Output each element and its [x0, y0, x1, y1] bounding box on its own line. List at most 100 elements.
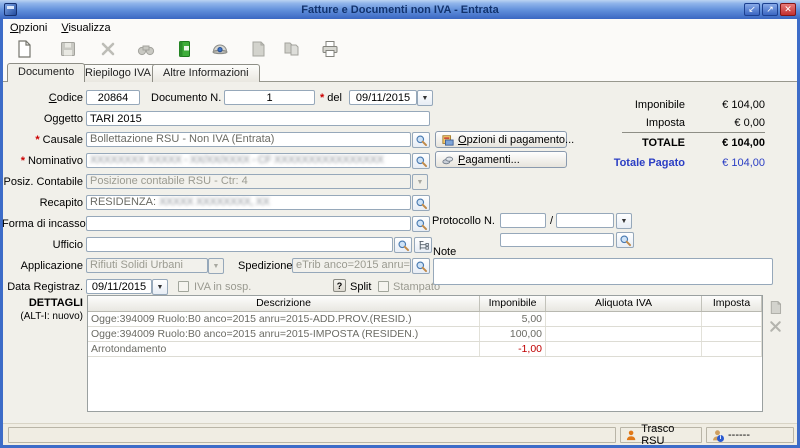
- split-label: Split: [350, 281, 371, 293]
- codice-input[interactable]: [86, 90, 140, 105]
- cell-imponibile: 5,00: [480, 312, 546, 326]
- cell-descrizione: Ogge:394009 Ruolo:B0 anco=2015 anru=2015…: [88, 327, 480, 341]
- protocollo-label: Protocollo N.: [432, 215, 495, 227]
- cell-imponibile: 100,00: [480, 327, 546, 341]
- totale-value: € 104,00: [645, 137, 765, 149]
- payments-icon: [442, 154, 454, 166]
- recapito-redacted-value: XXXXX XXXXXXXX, XX: [159, 196, 269, 208]
- spedizione-label: Spedizione: [238, 260, 292, 272]
- del-date-input[interactable]: [349, 90, 417, 105]
- cell-imposta: [702, 312, 762, 326]
- restore-window-button[interactable]: ↙: [744, 3, 760, 16]
- cell-imponibile: -1,00: [480, 342, 546, 356]
- cell-aliquota-iva: [546, 342, 702, 356]
- forma-incasso-input[interactable]: [86, 216, 411, 231]
- iva-in-sosp-label: IVA in sosp.: [194, 281, 251, 293]
- nominativo-label: Nominativo: [2, 155, 83, 167]
- cell-aliquota-iva: [546, 327, 702, 341]
- applicazione-field: Rifiuti Solidi Urbani: [86, 258, 208, 273]
- add-row-icon: [767, 299, 784, 319]
- tab-altre-informazioni[interactable]: Altre Informazioni: [152, 64, 260, 82]
- note-textarea[interactable]: [433, 258, 773, 285]
- col-imponibile: Imponibile: [480, 296, 546, 311]
- protocollo-separator: /: [550, 215, 553, 227]
- status-message-cell: [8, 427, 616, 443]
- oggetto-input[interactable]: [86, 111, 430, 126]
- archive-icon[interactable]: [171, 38, 197, 62]
- camera-dome-icon[interactable]: [207, 38, 233, 62]
- menu-visualizza[interactable]: Visualizza: [54, 20, 117, 37]
- table-row[interactable]: Ogge:394009 Ruolo:B0 anco=2015 anru=2015…: [88, 312, 762, 327]
- dettagli-hint: (ALT-I: nuovo): [2, 311, 83, 322]
- forma-incasso-label: Forma di incasso: [2, 218, 83, 230]
- copy-documents-icon: [279, 38, 305, 62]
- menu-opzioni[interactable]: Opzioni: [3, 20, 54, 37]
- spedizione-search-icon[interactable]: [412, 258, 430, 274]
- status-user-cell: i ------: [706, 427, 794, 443]
- recapito-search-icon[interactable]: [412, 195, 430, 211]
- posiz-contabile-dropdown-icon: ▼: [412, 174, 428, 190]
- causale-label: Causale: [2, 134, 83, 146]
- oggetto-label: Oggetto: [2, 113, 83, 125]
- split-help-icon[interactable]: ?: [333, 279, 346, 292]
- dettagli-header-row: Descrizione Imponibile Aliquota IVA Impo…: [88, 296, 762, 312]
- app-icon: [4, 3, 17, 16]
- delete-row-icon: [767, 318, 784, 338]
- toolbar: [3, 38, 797, 64]
- ufficio-tree-icon[interactable]: [414, 237, 432, 253]
- note-search-icon[interactable]: [616, 232, 634, 248]
- applicazione-dropdown-icon: ▼: [208, 258, 224, 274]
- posiz-contabile-label: Posiz. Contabile: [2, 176, 83, 188]
- app-window: Fatture e Documenti non IVA - Entrata ↙ …: [0, 0, 800, 448]
- print-icon[interactable]: [317, 38, 343, 62]
- nominativo-search-icon[interactable]: [412, 153, 430, 169]
- status-session-text: Trasco RSU: [641, 423, 697, 447]
- data-registraz-dropdown-icon[interactable]: ▼: [152, 279, 168, 295]
- data-registraz-input[interactable]: [86, 279, 152, 294]
- table-row[interactable]: Ogge:394009 Ruolo:B0 anco=2015 anru=2015…: [88, 327, 762, 342]
- new-document-icon[interactable]: [11, 38, 37, 62]
- tab-documento[interactable]: Documento: [7, 63, 85, 82]
- person-icon: [625, 429, 637, 442]
- documento-n-input[interactable]: [224, 90, 315, 105]
- delete-icon: [95, 38, 121, 62]
- cell-imposta: [702, 327, 762, 341]
- protocollo-dropdown-icon[interactable]: ▼: [616, 213, 632, 229]
- status-session-cell: Trasco RSU: [620, 427, 702, 443]
- applicazione-label: Applicazione: [2, 260, 83, 272]
- cell-imposta: [702, 342, 762, 356]
- status-user-text: ------: [728, 429, 750, 441]
- totale-pagato-value: € 104,00: [645, 157, 765, 169]
- spedizione-field: eTrib anco=2015 anru=2015: [292, 258, 411, 273]
- del-label: del: [320, 92, 342, 104]
- imponibile-value: € 104,00: [645, 99, 765, 111]
- recapito-label: Recapito: [2, 197, 83, 209]
- forma-incasso-search-icon[interactable]: [412, 216, 430, 232]
- payment-options-icon: [442, 134, 454, 146]
- protocollo-n2-input[interactable]: [556, 213, 614, 228]
- maximize-window-button[interactable]: ↗: [762, 3, 778, 16]
- documento-n-label: Documento N.: [151, 92, 221, 104]
- causale-field[interactable]: Bollettazione RSU - Non IVA (Entrata): [86, 132, 411, 147]
- pagamenti-label: Pagamenti...: [458, 154, 520, 166]
- protocollo-n1-input[interactable]: [500, 213, 546, 228]
- data-registraz-label: Data Registraz.: [2, 281, 83, 293]
- tab-riepilogo-iva[interactable]: Riepilogo IVA: [74, 64, 162, 82]
- causale-search-icon[interactable]: [412, 132, 430, 148]
- ufficio-input[interactable]: [86, 237, 393, 252]
- iva-in-sosp-checkbox: [178, 281, 189, 292]
- recapito-field[interactable]: RESIDENZA: XXXXX XXXXXXXX, XX: [86, 195, 411, 210]
- cell-aliquota-iva: [546, 312, 702, 326]
- document-icon: [245, 38, 271, 62]
- totals-divider: [622, 132, 765, 133]
- table-row[interactable]: Arrotondamento -1,00: [88, 342, 762, 357]
- cell-descrizione: Arrotondamento: [88, 342, 480, 356]
- note-label: Note: [433, 246, 456, 258]
- ufficio-search-icon[interactable]: [394, 237, 412, 253]
- stampato-checkbox: [378, 281, 389, 292]
- imposta-value: € 0,00: [645, 117, 765, 129]
- nominativo-field[interactable]: XXXXXXXX XXXXX - XX/XX/XXXX - CF XXXXXXX…: [86, 153, 411, 168]
- note-search-input[interactable]: [500, 233, 614, 247]
- close-window-button[interactable]: ✕: [780, 3, 796, 16]
- del-date-dropdown-icon[interactable]: ▼: [417, 90, 433, 106]
